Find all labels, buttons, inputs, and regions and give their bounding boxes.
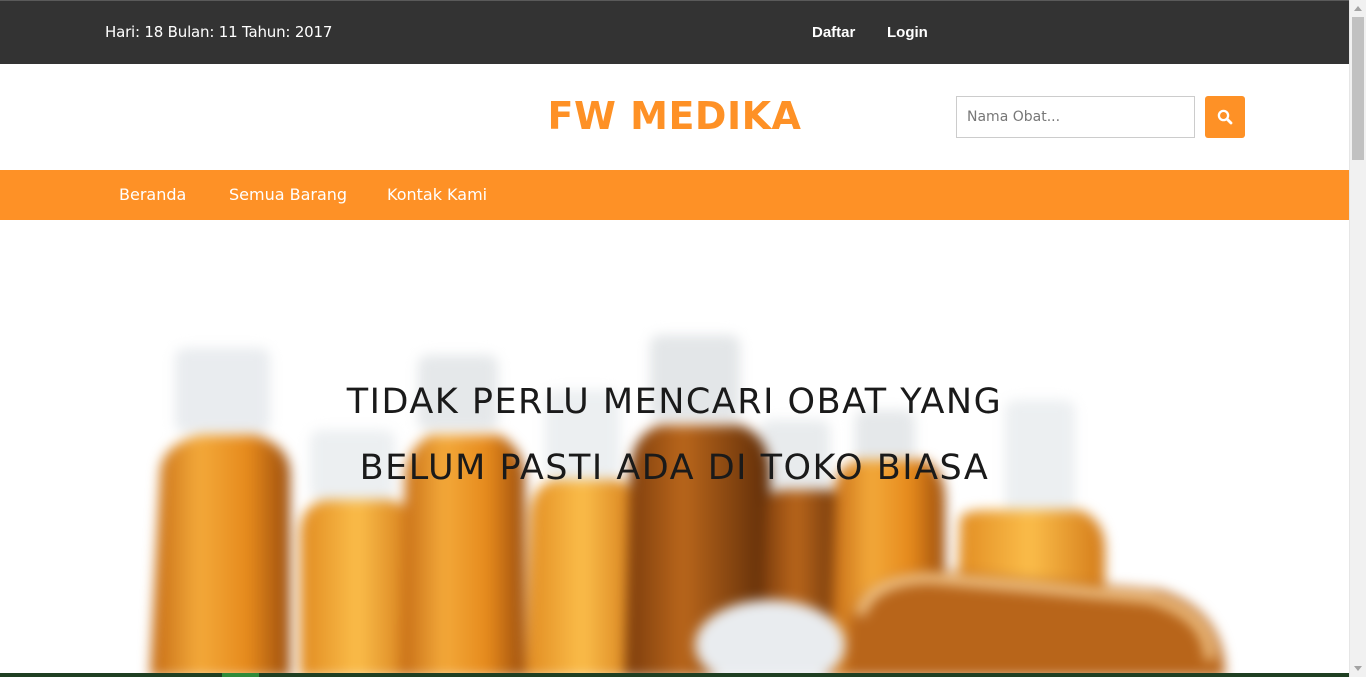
search-button[interactable] <box>1205 96 1245 138</box>
nav-item-beranda[interactable]: Beranda <box>119 185 186 204</box>
nav-item-semua-barang[interactable]: Semua Barang <box>229 185 347 204</box>
main-nav: Beranda Semua Barang Kontak Kami <box>0 170 1349 220</box>
search-icon <box>1217 109 1233 125</box>
bottom-strip <box>0 673 1349 677</box>
hero-headline-line-1: TIDAK PERLU MENCARI OBAT YANG <box>346 382 1003 422</box>
register-link[interactable]: Daftar <box>812 24 855 41</box>
scroll-down-arrow-icon[interactable] <box>1354 666 1362 671</box>
scroll-up-arrow-icon[interactable] <box>1354 6 1362 11</box>
hero-headline-line-2: BELUM PASTI ADA DI TOKO BIASA <box>359 448 990 488</box>
vertical-scrollbar[interactable] <box>1349 0 1366 677</box>
login-link[interactable]: Login <box>887 24 928 41</box>
page: Hari: 18 Bulan: 11 Tahun: 2017 Daftar Lo… <box>0 0 1349 677</box>
top-bar: Hari: 18 Bulan: 11 Tahun: 2017 Daftar Lo… <box>0 0 1349 64</box>
scrollbar-thumb[interactable] <box>1352 17 1364 160</box>
search-input[interactable] <box>956 96 1195 138</box>
bottom-strip-accent <box>222 673 259 677</box>
date-text: Hari: 18 Bulan: 11 Tahun: 2017 <box>105 23 333 41</box>
hero-banner: TIDAK PERLU MENCARI OBAT YANG BELUM PAST… <box>0 220 1349 677</box>
nav-item-kontak-kami[interactable]: Kontak Kami <box>387 185 487 204</box>
header: FW MEDIKA <box>0 64 1349 170</box>
